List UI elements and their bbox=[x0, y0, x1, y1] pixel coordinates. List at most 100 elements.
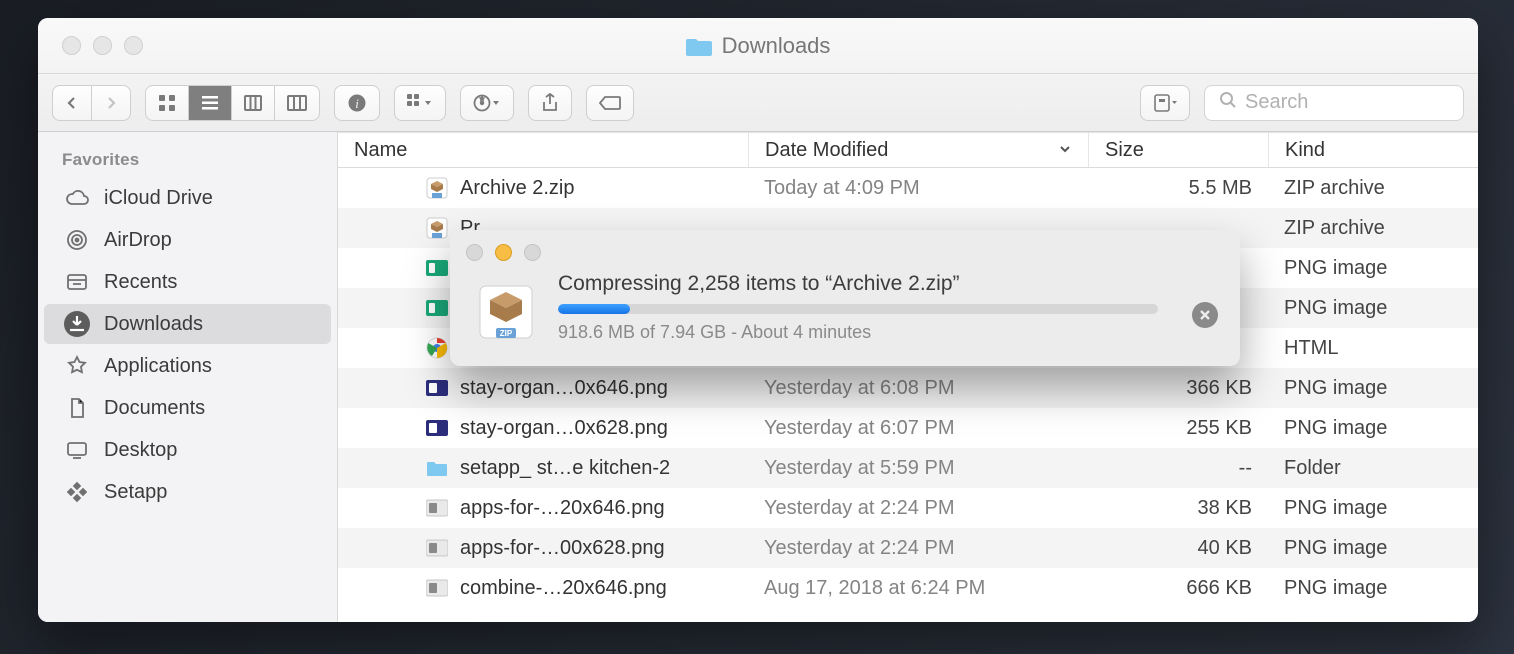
column-view-button[interactable] bbox=[231, 85, 274, 121]
sidebar-item-downloads[interactable]: Downloads bbox=[44, 304, 331, 344]
table-row[interactable]: combine-…20x646.png Aug 17, 2018 at 6:24 … bbox=[338, 568, 1478, 608]
file-kind: HTML bbox=[1268, 328, 1478, 368]
column-headers: Name Date Modified Size Kind bbox=[338, 132, 1478, 168]
table-row[interactable]: apps-for-…20x646.pngYesterday at 2:24 PM… bbox=[338, 488, 1478, 528]
file-size: 40 KB bbox=[1088, 528, 1268, 568]
sidebar-item-desktop[interactable]: Desktop bbox=[44, 430, 331, 470]
recents-icon bbox=[64, 269, 90, 295]
airdrop-icon bbox=[64, 227, 90, 253]
download-icon bbox=[64, 311, 90, 337]
arrange-button[interactable] bbox=[394, 85, 446, 121]
chevron-down-icon bbox=[1058, 139, 1072, 162]
sidebar-item-label: Downloads bbox=[104, 313, 203, 336]
png-icon bbox=[426, 417, 448, 439]
table-row[interactable]: setapp_ st…e kitchen-2 Yesterday at 5:59 … bbox=[338, 448, 1478, 488]
png-icon bbox=[426, 377, 448, 399]
file-size: 38 KB bbox=[1088, 488, 1268, 528]
view-mode-group bbox=[145, 85, 320, 121]
file-name: Archive 2.zip bbox=[460, 177, 575, 200]
minimize-button[interactable] bbox=[93, 36, 112, 55]
action-button[interactable] bbox=[460, 85, 514, 121]
column-name[interactable]: Name bbox=[338, 133, 748, 167]
zip-icon bbox=[426, 217, 448, 239]
back-button[interactable] bbox=[52, 85, 91, 121]
png2-icon bbox=[426, 497, 448, 519]
sidebar-item-label: Documents bbox=[104, 397, 205, 420]
progress-fill bbox=[558, 304, 630, 314]
sidebar-item-applications[interactable]: Applications bbox=[44, 346, 331, 386]
close-button[interactable] bbox=[62, 36, 81, 55]
table-row[interactable]: stay-organ…0x646.pngYesterday at 6:08 PM… bbox=[338, 368, 1478, 408]
zip-icon bbox=[426, 177, 448, 199]
toolbar: i Search bbox=[38, 74, 1478, 132]
list-view-button[interactable] bbox=[188, 85, 231, 121]
column-date[interactable]: Date Modified bbox=[748, 133, 1088, 167]
appthumb-icon bbox=[426, 297, 448, 319]
info-button[interactable]: i bbox=[334, 85, 380, 121]
cloud-icon bbox=[64, 185, 90, 211]
column-kind[interactable]: Kind bbox=[1268, 133, 1478, 167]
cancel-button[interactable] bbox=[1192, 302, 1218, 328]
setapp-icon bbox=[64, 479, 90, 505]
progress-title: Compressing 2,258 items to “Archive 2.zi… bbox=[558, 272, 1216, 296]
file-date: Yesterday at 2:24 PM bbox=[748, 488, 1088, 528]
file-size: 255 KB bbox=[1088, 408, 1268, 448]
file-kind: ZIP archive bbox=[1268, 168, 1478, 208]
column-size[interactable]: Size bbox=[1088, 133, 1268, 167]
dialog-close-button[interactable] bbox=[466, 244, 483, 261]
folder-icon bbox=[686, 36, 712, 56]
nav-buttons bbox=[52, 85, 131, 121]
file-size: 666 KB bbox=[1088, 568, 1268, 608]
zoom-button[interactable] bbox=[124, 36, 143, 55]
icon-view-button[interactable] bbox=[145, 85, 188, 121]
dropbox-button[interactable] bbox=[1140, 85, 1190, 121]
file-size: 5.5 MB bbox=[1088, 168, 1268, 208]
dialog-zoom-button[interactable] bbox=[524, 244, 541, 261]
dialog-window-controls bbox=[466, 244, 541, 261]
png2-icon bbox=[426, 537, 448, 559]
search-placeholder: Search bbox=[1245, 91, 1308, 114]
file-date: Yesterday at 2:24 PM bbox=[748, 528, 1088, 568]
dialog-minimize-button[interactable] bbox=[495, 244, 512, 261]
share-button[interactable] bbox=[528, 85, 572, 121]
search-field[interactable]: Search bbox=[1204, 85, 1464, 121]
forward-button[interactable] bbox=[91, 85, 131, 121]
zip-box-icon: ZIP bbox=[474, 280, 538, 344]
file-list-pane: Name Date Modified Size Kind Archive 2.z… bbox=[338, 132, 1478, 622]
gallery-view-button[interactable] bbox=[274, 85, 320, 121]
chrome-icon bbox=[426, 337, 448, 359]
sidebar-item-airdrop[interactable]: AirDrop bbox=[44, 220, 331, 260]
table-row[interactable]: Archive 2.zip Today at 4:09 PM5.5 MBZIP a… bbox=[338, 168, 1478, 208]
sidebar-item-recents[interactable]: Recents bbox=[44, 262, 331, 302]
progress-status: 918.6 MB of 7.94 GB - About 4 minutes bbox=[558, 322, 1216, 343]
sidebar-item-label: iCloud Drive bbox=[104, 187, 213, 210]
sidebar: Favorites iCloud Drive AirDrop Recents D… bbox=[38, 132, 338, 622]
png2-icon bbox=[426, 577, 448, 599]
appthumb-icon bbox=[426, 257, 448, 279]
file-size: 366 KB bbox=[1088, 368, 1268, 408]
sidebar-item-label: Desktop bbox=[104, 439, 177, 462]
table-row[interactable]: apps-for-…00x628.pngYesterday at 2:24 PM… bbox=[338, 528, 1478, 568]
folder-icon bbox=[426, 457, 448, 479]
file-date: Yesterday at 5:59 PM bbox=[748, 448, 1088, 488]
tags-button[interactable] bbox=[586, 85, 634, 121]
file-date: Today at 4:09 PM bbox=[748, 168, 1088, 208]
file-date: Yesterday at 6:08 PM bbox=[748, 368, 1088, 408]
file-date: Aug 17, 2018 at 6:24 PM bbox=[748, 568, 1088, 608]
file-name: setapp_ st…e kitchen-2 bbox=[460, 457, 670, 480]
progress-bar bbox=[558, 304, 1158, 314]
sidebar-item-documents[interactable]: Documents bbox=[44, 388, 331, 428]
table-row[interactable]: stay-organ…0x628.pngYesterday at 6:07 PM… bbox=[338, 408, 1478, 448]
file-kind: PNG image bbox=[1268, 248, 1478, 288]
sidebar-item-label: Recents bbox=[104, 271, 177, 294]
sidebar-item-setapp[interactable]: Setapp bbox=[44, 472, 331, 512]
file-kind: PNG image bbox=[1268, 568, 1478, 608]
desktop-icon bbox=[64, 437, 90, 463]
file-kind: Folder bbox=[1268, 448, 1478, 488]
file-kind: PNG image bbox=[1268, 368, 1478, 408]
documents-icon bbox=[64, 395, 90, 421]
svg-text:i: i bbox=[355, 96, 359, 111]
sidebar-item-icloud[interactable]: iCloud Drive bbox=[44, 178, 331, 218]
file-name: combine-…20x646.png bbox=[460, 577, 667, 600]
file-name: stay-organ…0x628.png bbox=[460, 417, 668, 440]
